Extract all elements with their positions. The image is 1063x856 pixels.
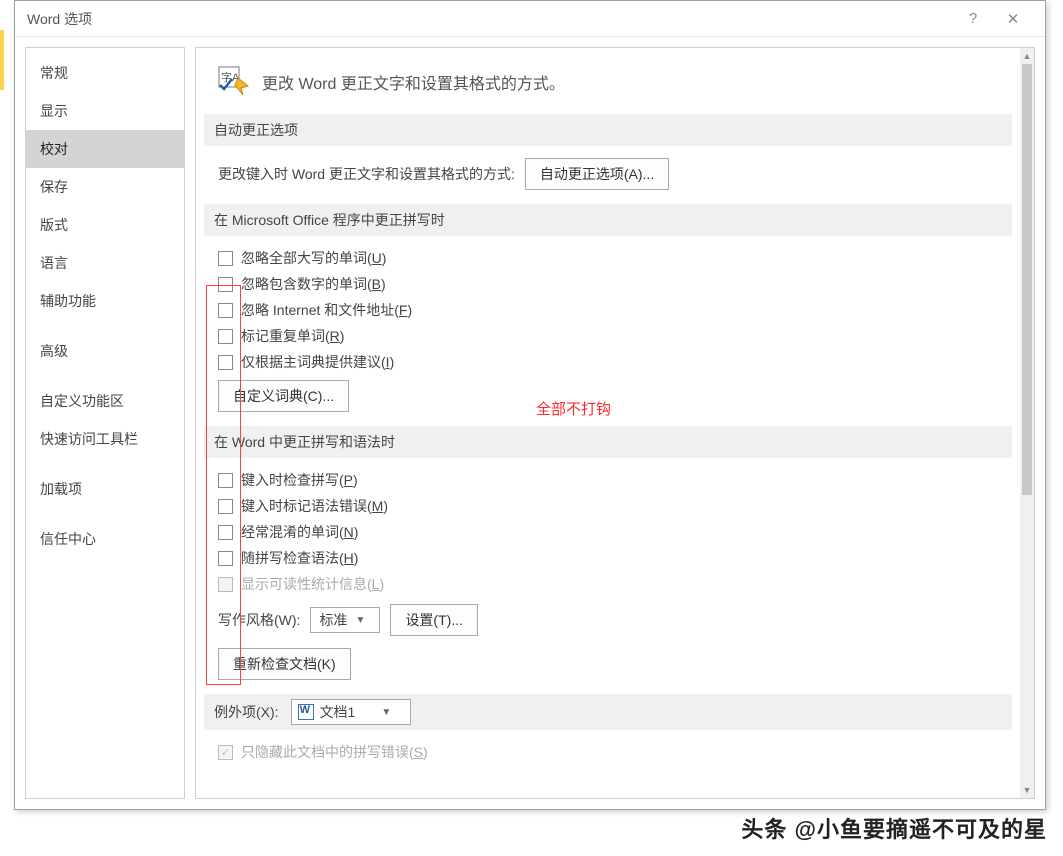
sidebar-item-9[interactable]: 快速访问工具栏 bbox=[26, 420, 184, 458]
sidebar-item-5[interactable]: 语言 bbox=[26, 244, 184, 282]
sidebar-item-11[interactable]: 信任中心 bbox=[26, 520, 184, 558]
checkbox-office-0[interactable]: 忽略全部大写的单词(U) bbox=[218, 248, 1012, 268]
autocorrect-desc: 更改键入时 Word 更正文字和设置其格式的方式: bbox=[218, 164, 515, 184]
checkbox-word-3[interactable]: 随拼写检查语法(H) bbox=[218, 548, 1012, 568]
titlebar: Word 选项 ? ✕ bbox=[15, 1, 1045, 37]
checkbox-icon[interactable] bbox=[218, 303, 233, 318]
page-header-text: 更改 Word 更正文字和设置其格式的方式。 bbox=[262, 70, 565, 94]
scroll-down-icon[interactable]: ▼ bbox=[1020, 782, 1034, 798]
chevron-down-icon: ▼ bbox=[355, 615, 365, 626]
sidebar-item-10[interactable]: 加载项 bbox=[26, 470, 184, 508]
checkbox-icon[interactable] bbox=[218, 329, 233, 344]
sidebar-item-4[interactable]: 版式 bbox=[26, 206, 184, 244]
checkbox-icon bbox=[218, 577, 233, 592]
writing-style-select[interactable]: 标准▼ bbox=[310, 607, 380, 633]
section-office-spell-title: 在 Microsoft Office 程序中更正拼写时 bbox=[204, 204, 1012, 236]
close-button[interactable]: ✕ bbox=[993, 1, 1033, 37]
recheck-document-button[interactable]: 重新检查文档(K) bbox=[218, 648, 351, 680]
exceptions-label: 例外项(X): bbox=[214, 702, 279, 722]
main-panel: 字A 更改 Word 更正文字和设置其格式的方式。 自动更正选项 更改键入时 W… bbox=[195, 47, 1035, 799]
checkbox-icon[interactable] bbox=[218, 355, 233, 370]
checkbox-icon[interactable] bbox=[218, 473, 233, 488]
autocorrect-options-button[interactable]: 自动更正选项(A)... bbox=[525, 158, 669, 190]
section-word-spell-grammar-title: 在 Word 中更正拼写和语法时 bbox=[204, 426, 1012, 458]
checkbox-word-1[interactable]: 键入时标记语法错误(M) bbox=[218, 496, 1012, 516]
checkbox-word-0[interactable]: 键入时检查拼写(P) bbox=[218, 470, 1012, 490]
section-autocorrect-title: 自动更正选项 bbox=[204, 114, 1012, 146]
writing-style-settings-button[interactable]: 设置(T)... bbox=[390, 604, 478, 636]
checkbox-icon[interactable] bbox=[218, 499, 233, 514]
checkbox-icon[interactable] bbox=[218, 277, 233, 292]
chevron-down-icon: ▼ bbox=[381, 707, 391, 718]
checkbox-office-2[interactable]: 忽略 Internet 和文件地址(F) bbox=[218, 300, 1012, 320]
page-header: 字A 更改 Word 更正文字和设置其格式的方式。 bbox=[196, 48, 1020, 112]
scroll-up-icon[interactable]: ▲ bbox=[1020, 48, 1034, 64]
custom-dictionary-button[interactable]: 自定义词典(C)... bbox=[218, 380, 349, 412]
sidebar-item-6[interactable]: 辅助功能 bbox=[26, 282, 184, 320]
checkbox-icon[interactable] bbox=[218, 525, 233, 540]
dialog-title: Word 选项 bbox=[27, 9, 953, 29]
sidebar-item-0[interactable]: 常规 bbox=[26, 54, 184, 92]
checkbox-office-4[interactable]: 仅根据主词典提供建议(I) bbox=[218, 352, 1012, 372]
highlight-marker bbox=[0, 30, 4, 90]
scrollbar-thumb[interactable] bbox=[1022, 64, 1032, 495]
sidebar-item-8[interactable]: 自定义功能区 bbox=[26, 382, 184, 420]
watermark-text: 头条 @小鱼要摘遥不可及的星 bbox=[741, 812, 1047, 844]
writing-style-label: 写作风格(W): bbox=[218, 610, 300, 630]
checkbox-office-1[interactable]: 忽略包含数字的单词(B) bbox=[218, 274, 1012, 294]
sidebar: 常规显示校对保存版式语言辅助功能高级自定义功能区快速访问工具栏加载项信任中心 bbox=[25, 47, 185, 799]
checkbox-office-3[interactable]: 标记重复单词(R) bbox=[218, 326, 1012, 346]
autocorrect-icon: 字A bbox=[218, 66, 250, 98]
section-exceptions-row: 例外项(X): 文档1 ▼ bbox=[204, 694, 1012, 730]
help-button[interactable]: ? bbox=[953, 1, 993, 37]
checkbox-hide-spelling-errors: ✓ 只隐藏此文档中的拼写错误(S) bbox=[218, 742, 1012, 762]
checkbox-word-4: 显示可读性统计信息(L) bbox=[218, 574, 1012, 594]
checkbox-icon: ✓ bbox=[218, 745, 233, 760]
word-options-dialog: Word 选项 ? ✕ 常规显示校对保存版式语言辅助功能高级自定义功能区快速访问… bbox=[14, 0, 1046, 810]
sidebar-item-1[interactable]: 显示 bbox=[26, 92, 184, 130]
word-doc-icon bbox=[298, 704, 314, 720]
sidebar-item-3[interactable]: 保存 bbox=[26, 168, 184, 206]
checkbox-word-2[interactable]: 经常混淆的单词(N) bbox=[218, 522, 1012, 542]
checkbox-icon[interactable] bbox=[218, 551, 233, 566]
checkbox-icon[interactable] bbox=[218, 251, 233, 266]
sidebar-item-7[interactable]: 高级 bbox=[26, 332, 184, 370]
vertical-scrollbar[interactable]: ▲ ▼ bbox=[1020, 48, 1034, 798]
sidebar-item-2[interactable]: 校对 bbox=[26, 130, 184, 168]
annotation-uncheck-all: 全部不打钩 bbox=[536, 398, 611, 419]
exceptions-document-select[interactable]: 文档1 ▼ bbox=[291, 699, 411, 725]
